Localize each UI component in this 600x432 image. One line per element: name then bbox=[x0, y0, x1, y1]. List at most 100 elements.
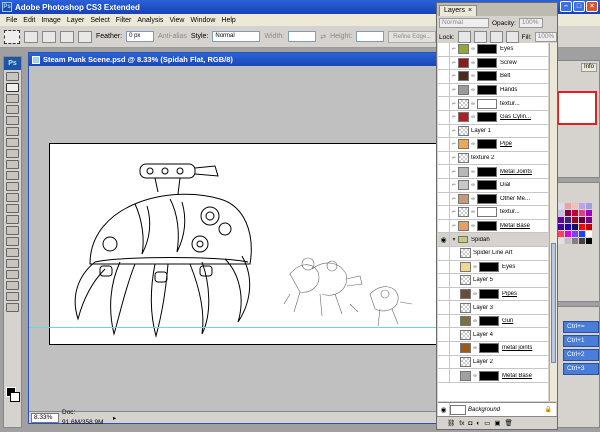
eye-icon[interactable] bbox=[438, 274, 450, 287]
menu-image[interactable]: Image bbox=[41, 17, 60, 24]
info-tab[interactable]: Info bbox=[580, 63, 597, 72]
fill-input[interactable]: 100% bbox=[534, 32, 557, 42]
eye-icon[interactable] bbox=[438, 355, 450, 369]
expand-triangle-icon[interactable]: ▾ bbox=[450, 236, 458, 243]
eye-icon[interactable] bbox=[438, 83, 450, 97]
color-swatch[interactable] bbox=[558, 238, 564, 244]
eye-icon[interactable] bbox=[438, 178, 450, 192]
shape-tool-icon[interactable] bbox=[6, 259, 19, 268]
layer-mask-thumbnail[interactable] bbox=[477, 44, 497, 55]
color-swatch[interactable] bbox=[558, 231, 564, 237]
layer-group-row[interactable]: ◉ ▾ Spidah bbox=[438, 233, 548, 247]
menu-select[interactable]: Select bbox=[90, 17, 109, 24]
blend-mode-select[interactable]: Normal bbox=[439, 18, 489, 28]
mask-link-icon[interactable]: ∞ bbox=[471, 182, 475, 188]
move-tool-icon[interactable] bbox=[6, 72, 19, 81]
eye-icon[interactable] bbox=[438, 56, 450, 70]
color-swatch[interactable] bbox=[565, 231, 571, 237]
layer-row[interactable]: ⌐ ∞ Pipe bbox=[438, 138, 548, 152]
color-swatch[interactable] bbox=[565, 203, 571, 209]
layer-mask-thumbnail[interactable] bbox=[479, 316, 499, 327]
eye-icon[interactable] bbox=[438, 124, 450, 138]
mask-link-icon[interactable]: ∞ bbox=[471, 101, 475, 107]
eye-icon[interactable] bbox=[438, 314, 450, 328]
menu-help[interactable]: Help bbox=[221, 17, 235, 24]
feather-input[interactable]: 0 px bbox=[126, 31, 155, 42]
background-layer-row[interactable]: ◉ Background 🔒 bbox=[438, 402, 556, 416]
color-swatch[interactable] bbox=[565, 217, 571, 223]
layer-row[interactable]: ⌐ ∞ textur... bbox=[438, 206, 548, 220]
menu-view[interactable]: View bbox=[169, 17, 184, 24]
lasso-tool-icon[interactable] bbox=[6, 94, 19, 103]
layer-mask-thumbnail[interactable] bbox=[477, 139, 497, 150]
layer-mask-thumbnail[interactable] bbox=[477, 112, 497, 123]
layers-scrollbar[interactable] bbox=[549, 43, 557, 401]
color-swatch[interactable] bbox=[579, 224, 585, 230]
crop-tool-icon[interactable] bbox=[6, 116, 19, 125]
color-swatch[interactable] bbox=[572, 203, 578, 209]
color-swatch[interactable] bbox=[586, 210, 592, 216]
layer-row[interactable]: ∞ Eyes bbox=[438, 260, 548, 275]
eye-icon[interactable] bbox=[438, 110, 450, 124]
mask-icon[interactable]: ◘ bbox=[468, 420, 472, 427]
dodge-tool-icon[interactable] bbox=[6, 215, 19, 224]
eye-icon[interactable] bbox=[438, 342, 450, 355]
layer-row[interactable]: ⌐ ∞ Belt bbox=[438, 70, 548, 84]
eye-icon[interactable] bbox=[438, 369, 450, 382]
quick-select-tool-icon[interactable] bbox=[6, 105, 19, 114]
color-swatch[interactable] bbox=[572, 217, 578, 223]
new-layer-icon[interactable]: ▣ bbox=[494, 419, 500, 427]
layer-mask-thumbnail[interactable] bbox=[477, 98, 497, 109]
layer-mask-thumbnail[interactable] bbox=[477, 221, 497, 232]
layer-mask-thumbnail[interactable] bbox=[479, 343, 499, 354]
action-shortcut-button[interactable]: Ctrl+2 bbox=[563, 349, 599, 361]
eye-icon[interactable] bbox=[438, 192, 450, 206]
artboard-canvas[interactable] bbox=[49, 143, 441, 345]
action-shortcut-button[interactable]: Ctrl+= bbox=[563, 321, 599, 333]
action-shortcut-button[interactable]: Ctrl+1 bbox=[563, 335, 599, 347]
color-swatch[interactable] bbox=[586, 217, 592, 223]
path-select-tool-icon[interactable] bbox=[6, 248, 19, 257]
marquee-tool-icon[interactable] bbox=[6, 83, 19, 92]
blur-tool-icon[interactable] bbox=[6, 204, 19, 213]
layer-row[interactable]: ⌐ ∞ Eyes bbox=[438, 43, 548, 57]
eye-icon[interactable] bbox=[438, 43, 450, 56]
lock-all-icon[interactable] bbox=[505, 31, 519, 43]
layer-mask-thumbnail[interactable] bbox=[479, 370, 499, 381]
intersect-selection-icon[interactable] bbox=[78, 30, 92, 43]
pen-tool-icon[interactable] bbox=[6, 226, 19, 235]
width-input[interactable] bbox=[288, 31, 317, 42]
color-swatch[interactable] bbox=[565, 224, 571, 230]
eye-icon[interactable] bbox=[438, 287, 450, 301]
layer-row[interactable]: Layer 2 bbox=[438, 355, 548, 370]
menu-file[interactable]: File bbox=[6, 17, 17, 24]
layer-mask-thumbnail[interactable] bbox=[477, 193, 497, 204]
notes-tool-icon[interactable] bbox=[6, 270, 19, 279]
color-swatch[interactable] bbox=[579, 238, 585, 244]
eye-icon[interactable] bbox=[438, 151, 450, 165]
cyan-guide-line[interactable] bbox=[29, 327, 441, 328]
mask-link-icon[interactable]: ∞ bbox=[471, 209, 475, 215]
close-icon[interactable]: × bbox=[468, 6, 472, 16]
layer-mask-thumbnail[interactable] bbox=[479, 261, 499, 272]
lock-move-icon[interactable] bbox=[489, 31, 503, 43]
mask-link-icon[interactable]: ∞ bbox=[471, 60, 475, 66]
eye-icon[interactable]: ◉ bbox=[438, 403, 450, 416]
layer-mask-thumbnail[interactable] bbox=[477, 166, 497, 177]
status-arrow-icon[interactable]: ▸ bbox=[113, 414, 116, 422]
zoom-tool-icon[interactable] bbox=[6, 303, 19, 312]
color-swatch[interactable] bbox=[572, 224, 578, 230]
folder-icon[interactable]: ▭ bbox=[484, 419, 490, 427]
eye-icon[interactable] bbox=[438, 97, 450, 110]
eye-icon[interactable] bbox=[438, 328, 450, 342]
layer-mask-thumbnail[interactable] bbox=[477, 180, 497, 191]
layers-tab[interactable]: Layers × bbox=[439, 5, 478, 16]
eye-icon[interactable]: ◉ bbox=[438, 233, 450, 246]
layer-row[interactable]: ∞ metal joints bbox=[438, 342, 548, 356]
color-swatch[interactable] bbox=[586, 238, 592, 244]
mask-link-icon[interactable]: ∞ bbox=[471, 196, 475, 202]
mask-link-icon[interactable]: ∞ bbox=[471, 73, 475, 79]
layer-mask-thumbnail[interactable] bbox=[477, 207, 497, 218]
menu-edit[interactable]: Edit bbox=[23, 17, 35, 24]
history-brush-tool-icon[interactable] bbox=[6, 171, 19, 180]
